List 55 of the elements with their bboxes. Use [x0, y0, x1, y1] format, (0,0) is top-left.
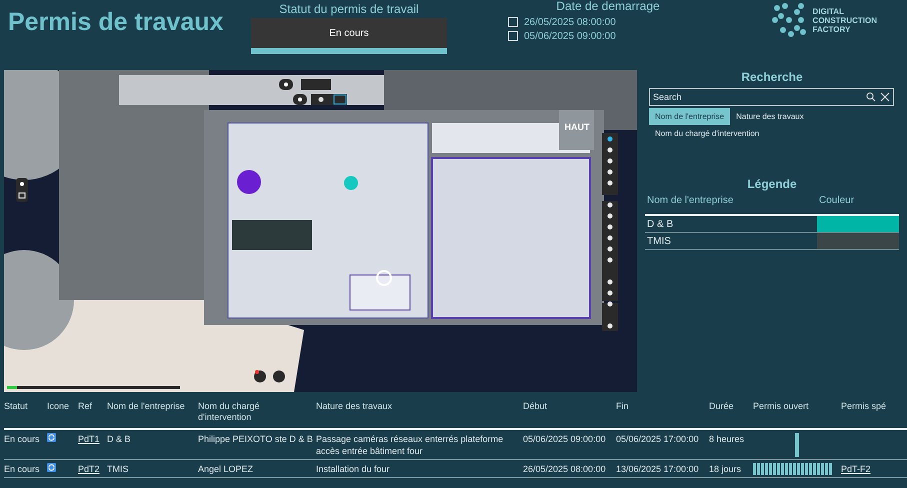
column-header: Nom de l'entreprise [646, 195, 734, 206]
duration-cell-text: 8 heures [709, 433, 746, 446]
refresh-icon [47, 433, 56, 442]
date-option[interactable]: 26/05/2025 08:00:00 [508, 15, 616, 29]
logo-text: DIGITAL CONSTRUCTION FACTORY [812, 6, 877, 34]
column-header: Statut [4, 401, 29, 413]
work-type-cell-text: Passage caméras réseaux enterrés plateforme accès entrée bâtiment four [316, 433, 504, 457]
column-header: Permis ouvert [753, 401, 810, 413]
legend-title: Légende [746, 177, 798, 193]
column-header: Nom du chargé d'intervention [198, 401, 261, 424]
checkbox[interactable] [508, 17, 518, 27]
end-cell-text: 05/06/2025 17:00:00 [616, 433, 700, 446]
start-cell-text: 26/05/2025 08:00:00 [523, 463, 607, 475]
logo-icon [770, 2, 807, 38]
column-header: Couleur [818, 195, 856, 206]
search-icon [866, 92, 876, 102]
permit-bar-drawing [795, 433, 799, 457]
viewer-toolbar[interactable] [602, 133, 618, 331]
status-slicer[interactable]: En cours [251, 18, 447, 54]
company-cell-text: TMIS [107, 463, 130, 475]
legend-name: D & B [646, 218, 674, 232]
column-header: Nature des travaux [316, 401, 394, 413]
assignee-cell-text: Philippe PEIXOTO ste D & B [198, 433, 314, 446]
status-cell-text: En cours [4, 463, 41, 475]
checkbox[interactable] [508, 31, 518, 41]
column-header: Icone [47, 401, 70, 413]
search-title: Recherche [740, 70, 804, 86]
duration-cell-text: 18 jours [709, 463, 742, 475]
page-title: Permis de travaux [8, 8, 224, 37]
column-header: Nom de l'entreprise [107, 401, 186, 413]
company-cell-text: D & B [107, 433, 132, 446]
start-cell-text: 05/06/2025 09:00:00 [523, 433, 607, 446]
search-field[interactable]: Search [649, 88, 894, 106]
legend-name: TMIS [646, 234, 672, 248]
refresh-icon [47, 463, 56, 472]
date-option[interactable]: 05/06/2025 09:00:00 [508, 29, 616, 43]
column-header: Durée [709, 401, 735, 413]
column-header: Fin [616, 401, 630, 413]
permit-link[interactable]: PdT-F2 [841, 464, 871, 474]
search-field-option[interactable]: Nom de l'entreprise [649, 108, 730, 125]
status-cell-text: En cours [4, 433, 41, 446]
ref-link[interactable]: PdT2 [78, 464, 100, 474]
column-header: Ref [78, 401, 94, 413]
assignee-cell-text: Angel LOPEZ [198, 463, 254, 475]
filter-label: Date de demarrage [556, 0, 660, 15]
search-field-option[interactable]: Nom du chargé d'intervention [649, 125, 766, 142]
end-cell-text: 13/06/2025 17:00:00 [616, 463, 700, 475]
filter-label: Statut du permis de travail [279, 2, 419, 18]
zoom-control-icon[interactable] [16, 178, 28, 202]
work-type-cell-text: Installation du four [316, 463, 391, 475]
search-field-option[interactable]: Nature des travaux [730, 108, 810, 125]
close-icon [880, 92, 890, 102]
column-header: Début [523, 401, 548, 413]
ref-link[interactable]: PdT1 [78, 434, 100, 444]
column-header: Permis spé [841, 401, 888, 413]
